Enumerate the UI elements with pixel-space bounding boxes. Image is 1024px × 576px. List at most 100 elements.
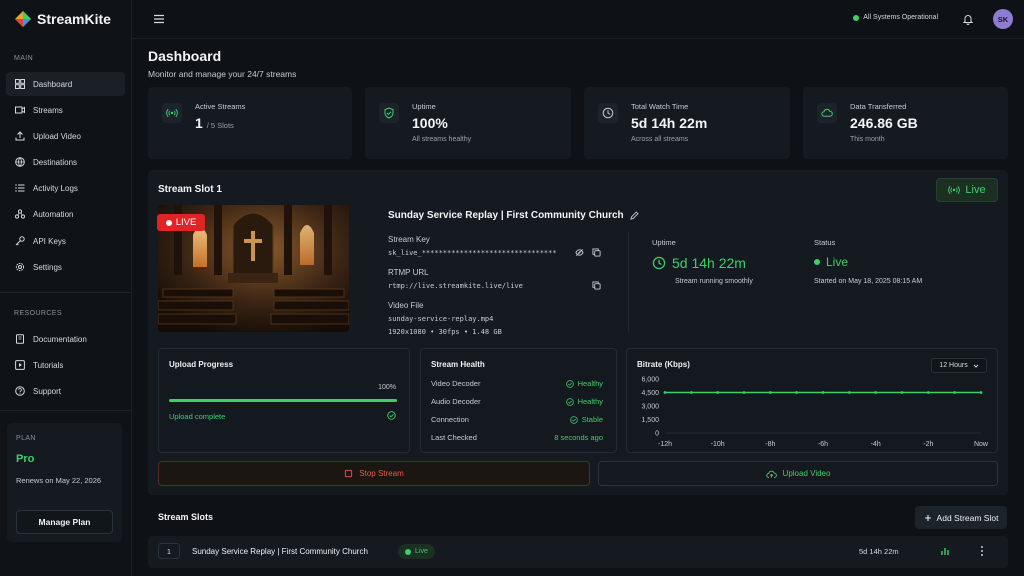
health-value: Healthy — [565, 379, 603, 388]
slot-title: Stream Slot 1 — [158, 184, 222, 195]
time-range-value: 12 Hours — [939, 362, 968, 369]
stop-stream-label: Stop Stream — [359, 469, 404, 478]
more-vertical-icon[interactable] — [977, 544, 987, 558]
manage-plan-button[interactable]: Manage Plan — [16, 510, 113, 534]
stop-stream-button[interactable]: Stop Stream — [158, 461, 590, 486]
sidebar-item-documentation[interactable]: Documentation — [6, 327, 125, 351]
chevron-down-icon — [973, 363, 979, 369]
y-tick-label: 4,500 — [641, 390, 659, 397]
menu-icon[interactable] — [153, 13, 165, 25]
stat-value: 1 / 5 Slots — [195, 115, 234, 131]
dashboard-icon — [15, 79, 25, 89]
copy-icon[interactable] — [592, 281, 601, 290]
clock-icon — [598, 103, 618, 123]
y-tick-label: 3,000 — [641, 404, 659, 411]
health-row: Last Checked 8 seconds ago — [431, 433, 603, 445]
add-stream-slot-button[interactable]: Add Stream Slot — [915, 506, 1007, 529]
bar-chart-icon[interactable] — [940, 546, 950, 556]
data-point — [795, 391, 799, 394]
status-label: Status — [814, 238, 836, 247]
health-key: Video Decoder — [431, 379, 481, 388]
slot-stream-name: Sunday Service Replay | First Community … — [192, 547, 368, 556]
sidebar-item-settings[interactable]: Settings — [6, 255, 125, 279]
slot-uptime: 5d 14h 22m — [859, 547, 899, 556]
system-status-text: All Systems Operational — [863, 14, 938, 21]
table-row[interactable]: 1 Sunday Service Replay | First Communit… — [148, 536, 1008, 568]
sidebar-item-tutorials[interactable]: Tutorials — [6, 353, 125, 377]
upload-percent: 100% — [378, 384, 396, 391]
uptime-value-text: 5d 14h 22m — [672, 255, 746, 271]
play-icon — [15, 360, 25, 370]
rtmp-url-label: RTMP URL — [388, 268, 429, 277]
data-point — [900, 391, 904, 394]
check-circle-icon — [565, 379, 574, 388]
sidebar-item-dashboard[interactable]: Dashboard — [6, 72, 125, 96]
time-range-select[interactable]: 12 Hours — [931, 358, 987, 373]
avatar[interactable]: SK — [993, 9, 1013, 29]
stat-label: Active Streams — [195, 102, 246, 111]
health-row: Connection Stable — [431, 415, 603, 427]
stat-value-number: 1 — [195, 115, 203, 131]
sidebar-item-streams[interactable]: Streams — [6, 98, 125, 122]
copy-icon[interactable] — [592, 248, 601, 257]
plan-label: PLAN — [16, 435, 36, 442]
upload-status: Upload complete — [169, 412, 226, 421]
streams-icon — [15, 105, 25, 115]
sidebar-item-destinations[interactable]: Destinations — [6, 150, 125, 174]
sidebar-item-label: Settings — [33, 262, 62, 272]
video-file-name: sunday-service-replay.mp4 — [388, 315, 494, 323]
y-tick-label: 0 — [655, 431, 659, 438]
health-value-text: Healthy — [577, 379, 603, 388]
uptime-label: Uptime — [652, 238, 676, 247]
y-tick-label: 6,000 — [641, 377, 659, 384]
sidebar-item-label: Tutorials — [33, 360, 64, 370]
stream-health-title: Stream Health — [431, 360, 485, 369]
x-tick-label: -2h — [923, 441, 933, 448]
sidebar-item-label: Automation — [33, 209, 74, 219]
health-row: Video Decoder Healthy — [431, 379, 603, 391]
sidebar-item-automation[interactable]: Automation — [6, 202, 125, 226]
sidebar-item-label: Dashboard — [33, 79, 73, 89]
brand[interactable]: StreamKite — [14, 9, 111, 29]
health-value-text: 8 seconds ago — [554, 433, 603, 442]
health-value: 8 seconds ago — [554, 433, 603, 442]
stat-label: Data Transferred — [850, 102, 907, 111]
stat-value-suffix: / 5 Slots — [206, 121, 234, 130]
gear-icon — [15, 262, 25, 272]
health-value-text: Healthy — [577, 397, 603, 406]
sidebar-item-activity-logs[interactable]: Activity Logs — [6, 176, 125, 200]
x-tick-label: -12h — [658, 441, 672, 448]
sidebar: StreamKite MAIN Dashboard Streams Upload… — [0, 0, 132, 576]
slot-number: 1 — [158, 543, 180, 559]
health-value-text: Stable — [581, 415, 603, 424]
stat-card-uptime: Uptime 100% All streams healthy — [365, 87, 571, 159]
live-tag: LIVE — [157, 214, 205, 231]
record-dot-icon — [165, 219, 172, 226]
sidebar-item-upload-video[interactable]: Upload Video — [6, 124, 125, 148]
automation-icon — [15, 209, 25, 219]
stat-sub: Across all streams — [631, 136, 689, 143]
book-icon — [15, 334, 25, 344]
system-status[interactable]: All Systems Operational — [853, 14, 938, 21]
x-tick-label: Now — [974, 441, 989, 448]
eye-off-icon[interactable] — [575, 248, 584, 257]
status-badge: Live — [398, 544, 435, 559]
stat-card-watch-time: Total Watch Time 5d 14h 22m Across all s… — [584, 87, 790, 159]
cloud-icon — [817, 103, 837, 123]
add-stream-slot-label: Add Stream Slot — [936, 512, 999, 523]
health-row: Audio Decoder Healthy — [431, 397, 603, 409]
health-key: Connection — [431, 415, 469, 424]
stream-name-text: Sunday Service Replay | First Community … — [388, 210, 624, 221]
edit-pencil-icon[interactable] — [629, 211, 639, 220]
bitrate-chart: 0 1,500 3,000 4,500 6,000 -12h -10h -8h -6h -4h -2… — [641, 377, 989, 449]
health-key: Audio Decoder — [431, 397, 481, 406]
sidebar-item-support[interactable]: Support — [6, 379, 125, 403]
broadcast-icon — [162, 103, 182, 123]
upload-video-button[interactable]: Upload Video — [598, 461, 998, 486]
sidebar-item-label: Documentation — [33, 334, 87, 344]
data-point — [821, 391, 825, 394]
sidebar-divider — [0, 410, 131, 411]
live-badge-text: Live — [965, 184, 986, 196]
bell-icon[interactable] — [962, 13, 974, 25]
sidebar-item-api-keys[interactable]: API Keys — [6, 229, 125, 253]
